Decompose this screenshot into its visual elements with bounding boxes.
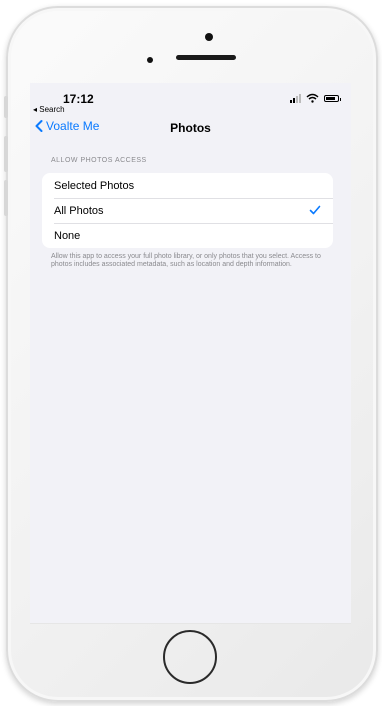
option-selected-photos[interactable]: Selected Photos [42,173,333,198]
checkmark-icon [309,205,321,215]
status-time: 17:12 [63,92,94,106]
volume-up-button [4,136,8,172]
home-button[interactable] [163,630,217,684]
screen: 17:12 ◂ Search Voalte Me Photos ALLOW PH… [30,83,351,623]
status-icons [290,93,341,103]
photo-access-options: Selected Photos All Photos None [42,173,333,248]
screen-bottom-divider [30,623,351,624]
wifi-icon [306,93,319,103]
option-all-photos[interactable]: All Photos [42,198,333,223]
return-to-app-link[interactable]: ◂ Search [33,105,65,114]
navigation-bar: Voalte Me Photos [30,119,351,139]
battery-icon [324,94,341,102]
proximity-sensor [147,57,153,63]
option-label: All Photos [54,204,104,217]
option-label: None [54,229,81,242]
volume-down-button [4,180,8,216]
mute-switch [4,96,8,118]
front-camera [205,33,213,41]
option-none[interactable]: None [42,223,333,248]
page-title: Photos [170,121,211,135]
section-header: ALLOW PHOTOS ACCESS [51,157,147,164]
cellular-signal-icon [290,93,301,103]
earpiece-speaker [176,55,236,60]
section-footer: Allow this app to access your full photo… [51,253,321,268]
option-label: Selected Photos [54,179,135,192]
